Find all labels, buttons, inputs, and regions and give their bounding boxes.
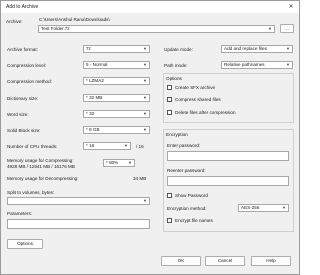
show-password-checkbox[interactable] [167, 193, 172, 198]
title-bar: Add to Archive ✕ [1, 1, 299, 13]
create-sfx-checkbox[interactable] [167, 85, 172, 90]
dictionary-size-label: Dictionary size: [7, 96, 39, 101]
password-input[interactable] [167, 151, 289, 161]
archive-name-combo[interactable]: Test Folder.7z ▼ [38, 25, 275, 33]
update-mode-value: Add and replace files [224, 46, 267, 51]
memory-compressing-value: * 80% [106, 160, 119, 165]
cpu-threads-total: / 16 [136, 144, 144, 149]
help-button[interactable]: Help [251, 256, 291, 266]
browse-button[interactable]: ... [280, 24, 294, 33]
enter-password-label: Enter password: [167, 143, 201, 148]
delete-after-label: Delete files after compression [175, 110, 236, 115]
cpu-threads-select[interactable]: * 16 ▼ [83, 142, 131, 150]
chevron-down-icon: ▼ [143, 62, 147, 67]
memory-decompressing-label: Memory usage for Decompressing: [7, 176, 79, 181]
chevron-down-icon: ▼ [143, 127, 147, 132]
chevron-down-icon: ▼ [143, 111, 147, 116]
solid-block-size-select[interactable]: * 8 GB ▼ [83, 126, 150, 134]
chevron-down-icon: ▼ [143, 46, 147, 51]
word-size-value: * 32 [86, 111, 95, 116]
encryption-method-select[interactable]: AES-256 ▼ [238, 204, 289, 212]
compression-method-value: * LZMA2 [86, 78, 104, 83]
cpu-threads-value: * 16 [86, 143, 95, 148]
parameters-label: Parameters: [7, 211, 33, 216]
window-title: Add to Archive [6, 4, 39, 10]
add-to-archive-dialog: Add to Archive ✕ Archive: C:\Users\Anshu… [0, 0, 300, 275]
dictionary-size-value: * 32 MB [86, 95, 103, 100]
archive-format-select[interactable]: 7z ▼ [83, 45, 150, 53]
compression-method-label: Compression method: [7, 79, 52, 84]
compression-level-select[interactable]: 5 - Normal ▼ [83, 61, 150, 69]
chevron-down-icon: ▼ [124, 143, 128, 148]
cpu-threads-label: Number of CPU threads: [7, 144, 58, 149]
chevron-down-icon: ▼ [268, 26, 272, 31]
compress-shared-label: Compress shared files [175, 97, 221, 102]
encryption-method-label: Encryption method: [167, 206, 207, 211]
solid-block-size-value: * 8 GB [86, 127, 100, 132]
word-size-label: Word size: [7, 112, 29, 117]
archive-format-label: Archive format: [7, 47, 38, 52]
chevron-down-icon: ▼ [286, 62, 290, 67]
archive-format-value: 7z [86, 46, 91, 51]
reenter-password-label: Reenter password: [167, 168, 206, 173]
path-mode-select[interactable]: Relative pathnames ▼ [221, 61, 293, 69]
compress-shared-checkbox[interactable] [167, 97, 172, 102]
word-size-select[interactable]: * 32 ▼ [83, 110, 150, 118]
ok-button[interactable]: OK [161, 256, 201, 266]
memory-compressing-detail: 4928 MB / 12941 MB / 16176 MB [7, 164, 75, 169]
chevron-down-icon: ▼ [282, 205, 286, 210]
split-volumes-select[interactable]: ▼ [7, 197, 150, 205]
compression-level-label: Compression level: [7, 63, 47, 68]
memory-decompressing-value: 34 MB [133, 176, 147, 181]
cancel-button[interactable]: Cancel [205, 256, 245, 266]
encrypt-names-checkbox[interactable] [167, 218, 172, 223]
update-mode-select[interactable]: Add and replace files ▼ [221, 45, 293, 53]
close-icon[interactable]: ✕ [286, 3, 296, 11]
show-password-label: Show Password [175, 193, 208, 198]
encryption-group-title: Encryption [166, 132, 188, 137]
options-group-title: Options [166, 76, 182, 81]
create-sfx-label: Create SFX archive [175, 85, 216, 90]
chevron-down-icon: ▼ [143, 198, 147, 203]
parameters-input[interactable] [7, 219, 150, 229]
path-mode-value: Relative pathnames [224, 62, 265, 67]
update-mode-label: Update mode: [164, 47, 193, 52]
delete-after-checkbox[interactable] [167, 110, 172, 115]
path-mode-label: Path mode: [164, 63, 188, 68]
solid-block-size-label: Solid Block size: [7, 128, 41, 133]
compression-level-value: 5 - Normal [86, 62, 108, 67]
split-volumes-label: Split to volumes, bytes: [7, 190, 55, 195]
encrypt-names-label: Encrypt file names [175, 218, 213, 223]
dictionary-size-select[interactable]: * 32 MB ▼ [83, 94, 150, 102]
chevron-down-icon: ▼ [286, 46, 290, 51]
memory-compressing-select[interactable]: * 80% ▼ [103, 159, 135, 167]
encryption-method-value: AES-256 [241, 205, 260, 210]
chevron-down-icon: ▼ [143, 78, 147, 83]
archive-path: C:\Users\Anshul Rana\Downloads\ [39, 17, 110, 22]
options-button[interactable]: Options [7, 239, 43, 249]
chevron-down-icon: ▼ [128, 160, 132, 165]
chevron-down-icon: ▼ [143, 95, 147, 100]
compression-method-select[interactable]: * LZMA2 ▼ [83, 77, 150, 85]
archive-label: Archive: [6, 19, 23, 24]
archive-name-value: Test Folder.7z [41, 26, 70, 31]
reenter-password-input[interactable] [167, 176, 289, 186]
